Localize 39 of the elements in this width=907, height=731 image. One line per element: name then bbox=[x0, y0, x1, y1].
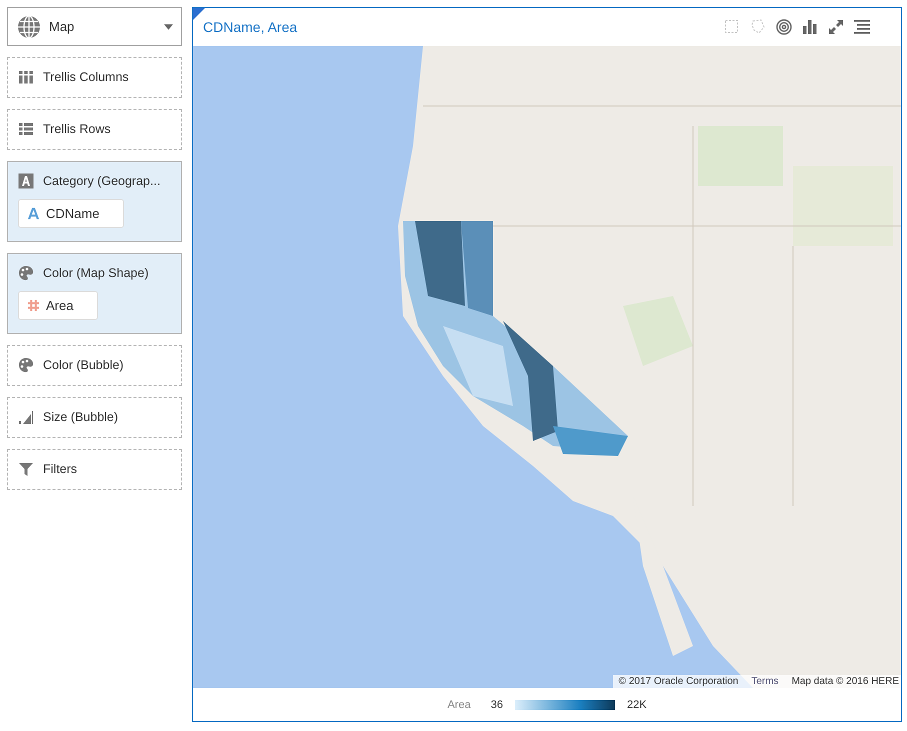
letter-icon bbox=[27, 207, 40, 220]
columns-icon bbox=[18, 69, 34, 85]
legend-min: 36 bbox=[490, 698, 503, 710]
bar-chart-icon[interactable] bbox=[801, 18, 819, 36]
field-chip[interactable]: Area bbox=[18, 291, 98, 320]
chart-title: CDName, Area bbox=[203, 19, 298, 35]
map-data-credit: Map data © 2016 HERE bbox=[792, 676, 899, 687]
drop-zone[interactable]: Trellis Columns bbox=[7, 57, 182, 98]
filter-icon bbox=[18, 461, 34, 477]
terms-link[interactable]: Terms bbox=[751, 676, 779, 687]
caret-icon bbox=[164, 24, 173, 30]
copyright-text: © 2017 Oracle Corporation bbox=[618, 676, 738, 687]
drop-zone[interactable]: Category (Geograp... CDName bbox=[7, 161, 182, 242]
zone-label: Filters bbox=[43, 462, 78, 476]
bars-icon bbox=[18, 409, 34, 425]
letter-icon bbox=[18, 173, 34, 189]
expand-icon[interactable] bbox=[827, 18, 845, 36]
zone-label: Trellis Columns bbox=[43, 70, 129, 84]
visualization-dropdown[interactable]: Map bbox=[7, 7, 182, 46]
zone-label: Color (Bubble) bbox=[43, 358, 124, 372]
zone-label: Category (Geograp... bbox=[43, 174, 160, 188]
field-chip[interactable]: CDName bbox=[18, 199, 124, 228]
drop-zone[interactable]: Color (Bubble) bbox=[7, 345, 182, 386]
drop-zone[interactable]: Size (Bubble) bbox=[7, 397, 182, 438]
hash-icon bbox=[27, 299, 40, 312]
list-icon bbox=[18, 121, 34, 137]
palette-icon bbox=[18, 265, 34, 281]
menu-icon[interactable] bbox=[853, 18, 871, 36]
drop-zone[interactable]: Trellis Rows bbox=[7, 109, 182, 150]
zone-label: Size (Bubble) bbox=[43, 410, 118, 424]
drop-zone[interactable]: Filters bbox=[7, 449, 182, 490]
zone-label: Trellis Rows bbox=[43, 122, 111, 136]
legend-max: 22K bbox=[626, 698, 647, 710]
palette-icon bbox=[18, 357, 34, 373]
legend-title: Area bbox=[447, 698, 471, 710]
zone-label: Color (Map Shape) bbox=[43, 266, 149, 280]
target-icon[interactable] bbox=[775, 18, 793, 36]
drop-zone[interactable]: Color (Map Shape) Area bbox=[7, 253, 182, 334]
globe-icon bbox=[17, 14, 41, 38]
